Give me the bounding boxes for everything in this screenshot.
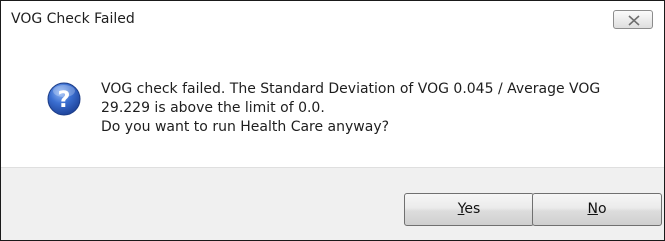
message-text: VOG check failed. The Standard Deviation…	[101, 80, 641, 137]
message-dialog: VOG Check Failed ? VOG check failed. The…	[0, 0, 665, 241]
message-line: VOG check failed. The Standard Deviation…	[101, 81, 601, 97]
no-label: o	[597, 201, 607, 217]
message-line: Do you want to run Health Care anyway?	[101, 119, 390, 135]
message-line: 29.229 is above the limit of 0.0.	[101, 100, 325, 116]
no-button[interactable]: No	[532, 193, 662, 226]
question-icon: ?	[47, 82, 81, 116]
close-icon	[628, 15, 640, 26]
svg-text:?: ?	[58, 88, 71, 113]
no-mnemonic: N	[587, 201, 598, 217]
dialog-content: ? VOG check failed. The Standard Deviati…	[1, 39, 664, 167]
close-button[interactable]	[613, 10, 653, 29]
dialog-title: VOG Check Failed	[11, 11, 135, 27]
yes-button[interactable]: Yes	[404, 193, 534, 226]
title-bar[interactable]: VOG Check Failed	[1, 1, 664, 39]
button-bar: Yes No	[1, 167, 664, 240]
yes-label: es	[464, 201, 481, 217]
